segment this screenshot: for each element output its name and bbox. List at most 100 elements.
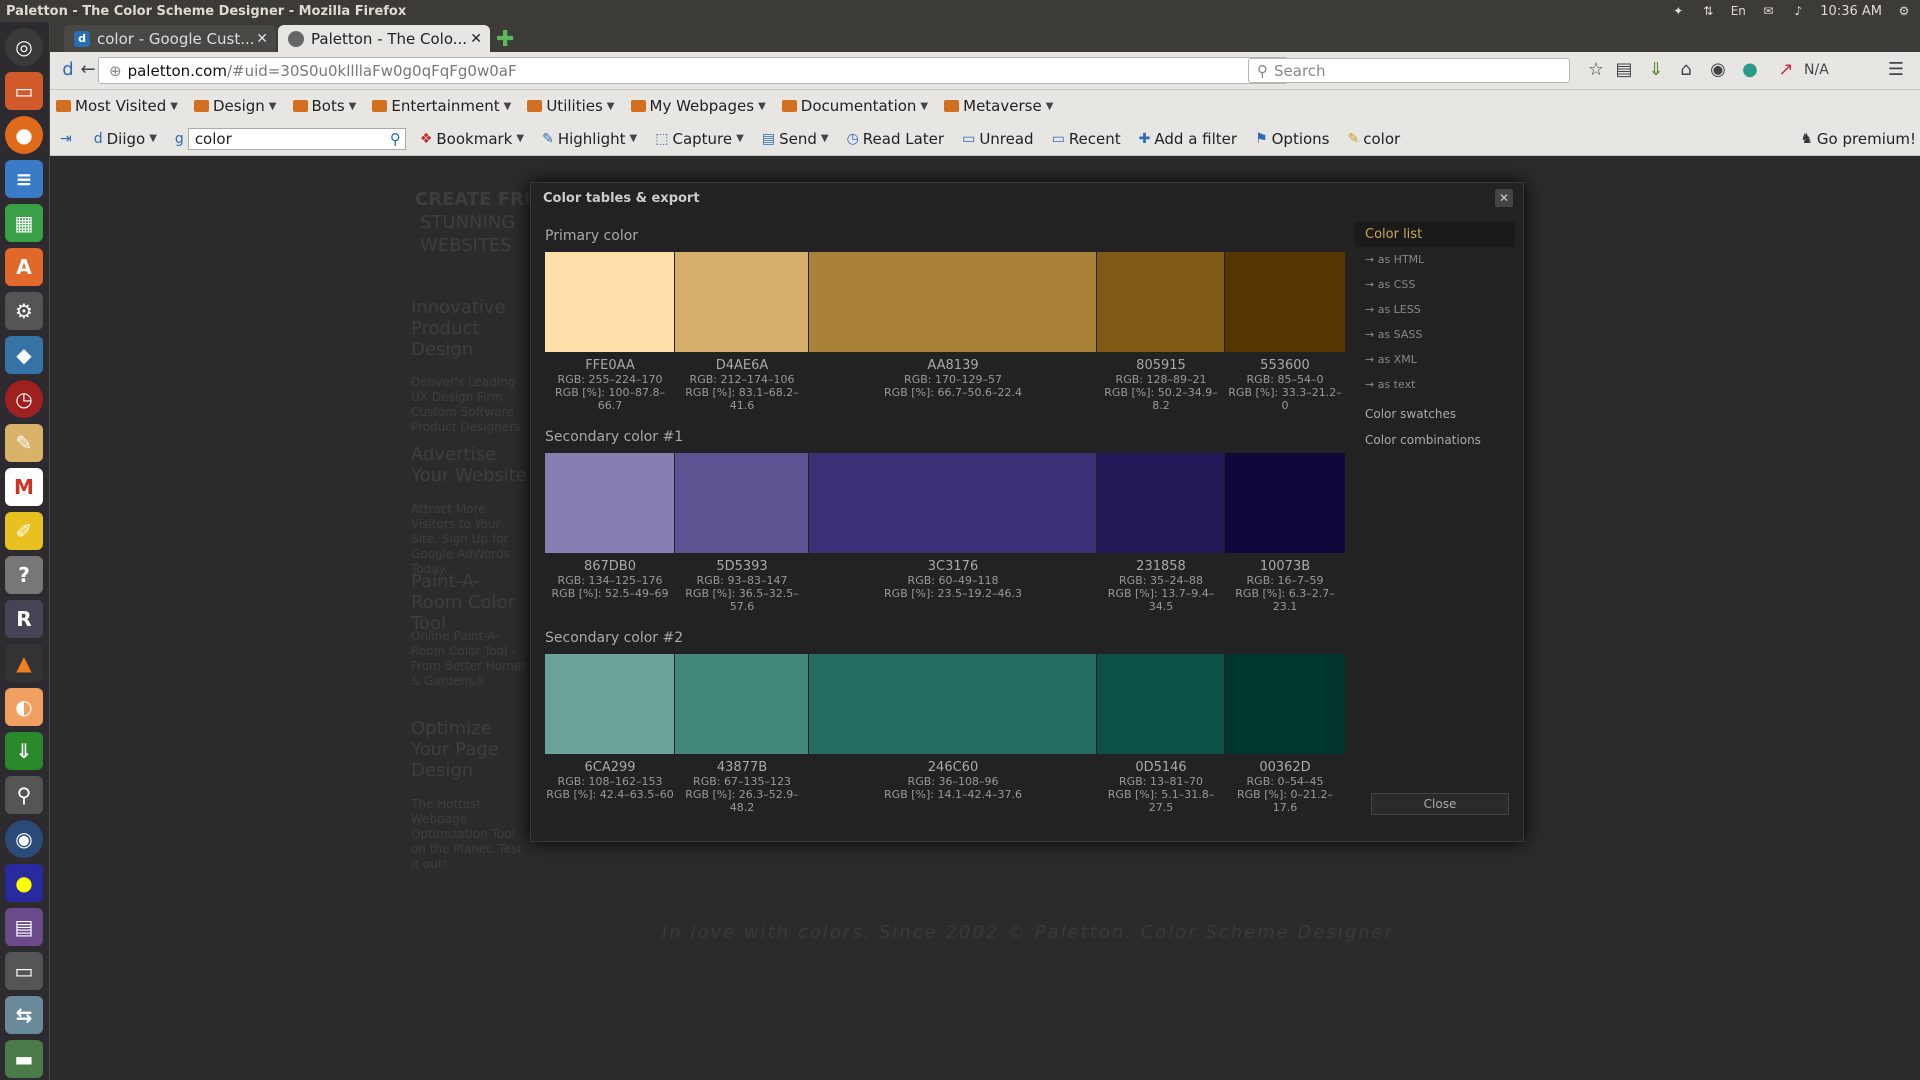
extension-icon[interactable]: ●: [1738, 59, 1762, 80]
chat-icon[interactable]: ●: [5, 864, 43, 902]
color-swatch[interactable]: [1097, 252, 1225, 352]
writer-icon[interactable]: ≡: [5, 160, 43, 198]
url-bar[interactable]: ⊕ paletton.com /#uid=30S0u0kllllaFw0g0qF…: [98, 57, 1288, 84]
color-swatch[interactable]: [545, 453, 675, 553]
sidebar-toggle-icon[interactable]: ⇥: [60, 131, 76, 147]
color-tag-button[interactable]: ✎ color: [1348, 130, 1401, 148]
menu-export-xml[interactable]: → as XML: [1355, 347, 1515, 372]
bookmark-button[interactable]: ❖ Bookmark ▼: [420, 130, 524, 148]
network-icon[interactable]: ⇅: [1700, 4, 1716, 18]
app-icon[interactable]: ◐: [5, 688, 43, 726]
menu-export-css[interactable]: → as CSS: [1355, 272, 1515, 297]
color-swatch[interactable]: [675, 453, 809, 553]
ad-title[interactable]: Advertise Your Website: [411, 444, 531, 486]
r-icon[interactable]: R: [5, 600, 43, 638]
keyboard-lang-indicator[interactable]: En: [1730, 4, 1746, 18]
bookmark-folder-design[interactable]: Design ▼: [194, 97, 277, 115]
home-icon[interactable]: ⌂: [1674, 59, 1698, 80]
go-premium-button[interactable]: ♞ Go premium!: [1800, 130, 1916, 148]
screenshot-icon[interactable]: ▤: [5, 908, 43, 946]
bookmark-star-icon[interactable]: ☆: [1584, 59, 1608, 80]
recent-button[interactable]: ▭ Recent: [1052, 130, 1121, 148]
eclipse-icon[interactable]: ◉: [5, 820, 43, 858]
clock-app-icon[interactable]: ◷: [5, 380, 43, 418]
files-icon[interactable]: ▭: [5, 72, 43, 110]
vlc-icon[interactable]: ▲: [5, 644, 43, 682]
terminal-icon[interactable]: ▭: [5, 952, 43, 990]
dash-icon[interactable]: ◎: [5, 28, 43, 66]
menu-export-html[interactable]: → as HTML: [1355, 247, 1515, 272]
menu-icon[interactable]: ☰: [1884, 59, 1908, 80]
color-swatch[interactable]: [1097, 654, 1225, 754]
send-button[interactable]: ▤ Send ▼: [762, 130, 829, 148]
ad-title[interactable]: Optimize Your Page Design: [411, 718, 531, 781]
bookmark-folder-bots[interactable]: Bots ▼: [292, 97, 356, 115]
new-tab-button[interactable]: ✚: [496, 27, 514, 52]
notes-icon[interactable]: ✎: [5, 424, 43, 462]
bookmark-folder-documentation[interactable]: Documentation ▼: [781, 97, 928, 115]
bookmark-folder-utilities[interactable]: Utilities ▼: [527, 97, 615, 115]
color-swatch[interactable]: [545, 252, 675, 352]
python-icon[interactable]: ◆: [5, 336, 43, 374]
menu-export-text[interactable]: → as text: [1355, 372, 1515, 397]
settings-icon[interactable]: ⚙: [5, 292, 43, 330]
download-icon[interactable]: ⇓: [1644, 59, 1668, 80]
volume-icon[interactable]: ♪: [1790, 4, 1806, 18]
close-icon[interactable]: ✕: [256, 31, 268, 47]
bookmark-folder-my-webpages[interactable]: My Webpages ▼: [630, 97, 766, 115]
menu-color-combinations[interactable]: Color combinations: [1355, 427, 1515, 453]
unread-button[interactable]: ▭ Unread: [962, 130, 1034, 148]
color-swatch[interactable]: [545, 654, 675, 754]
tab-google-custom[interactable]: d color - Google Cust... ✕: [64, 25, 276, 52]
color-swatch[interactable]: [809, 252, 1097, 352]
color-swatch[interactable]: [1225, 654, 1345, 754]
diigo-menu-button[interactable]: d Diigo ▼: [94, 130, 157, 148]
close-button[interactable]: Close: [1371, 793, 1509, 815]
menu-color-swatches[interactable]: Color swatches: [1355, 401, 1515, 427]
na-label[interactable]: N/A: [1804, 62, 1829, 78]
download-icon[interactable]: ⇓: [5, 732, 43, 770]
color-swatch[interactable]: [809, 654, 1097, 754]
color-swatch[interactable]: [1097, 453, 1225, 553]
color-swatch[interactable]: [1225, 453, 1345, 553]
editor-icon[interactable]: ✐: [5, 512, 43, 550]
menu-export-sass[interactable]: → as SASS: [1355, 322, 1515, 347]
search-app-icon[interactable]: ⚲: [5, 776, 43, 814]
remote-icon[interactable]: ⇆: [5, 996, 43, 1034]
menu-export-less[interactable]: → as LESS: [1355, 297, 1515, 322]
help-icon[interactable]: ?: [5, 556, 43, 594]
ad-title[interactable]: Paint-A-Room Color Tool: [411, 571, 531, 634]
clock[interactable]: 10:36 AM: [1820, 4, 1882, 19]
bookmark-folder-entertainment[interactable]: Entertainment ▼: [372, 97, 511, 115]
close-icon[interactable]: ✕: [1495, 189, 1513, 207]
color-swatch[interactable]: [675, 252, 809, 352]
close-icon[interactable]: ✕: [470, 31, 482, 47]
search-icon[interactable]: ⚲: [390, 130, 401, 148]
color-swatch[interactable]: [1225, 252, 1345, 352]
dropbox-icon[interactable]: ✦: [1670, 4, 1686, 18]
search-input[interactable]: ⚲ Search: [1248, 58, 1570, 83]
add-filter-button[interactable]: ✚ Add a filter: [1139, 130, 1237, 148]
options-button[interactable]: ⚑ Options: [1255, 130, 1329, 148]
ad-title[interactable]: Innovative Product Design: [411, 297, 531, 360]
calc-icon[interactable]: ▦: [5, 204, 43, 242]
google-icon[interactable]: g: [175, 131, 184, 147]
bookmark-folder-most-visited[interactable]: Most Visited ▼: [56, 97, 178, 115]
chat-icon[interactable]: ◉: [1706, 59, 1730, 80]
highlight-button[interactable]: ✎ Highlight ▼: [542, 130, 637, 148]
reading-list-icon[interactable]: ▤: [1612, 59, 1636, 80]
gear-icon[interactable]: ⚙: [1896, 4, 1912, 18]
software-center-icon[interactable]: A: [5, 248, 43, 286]
tab-paletton[interactable]: Paletton - The Colo... ✕: [278, 25, 490, 52]
diigo-search-input[interactable]: color ⚲: [187, 127, 406, 150]
capture-button[interactable]: ⬚ Capture ▼: [655, 130, 744, 148]
mail-icon[interactable]: ✉: [1760, 4, 1776, 18]
disk-icon[interactable]: ▬: [5, 1040, 43, 1078]
firefox-icon[interactable]: ●: [5, 116, 43, 154]
read-later-button[interactable]: ◷ Read Later: [847, 130, 945, 148]
bookmark-folder-metaverse[interactable]: Metaverse ▼: [944, 97, 1053, 115]
color-swatch[interactable]: [675, 654, 809, 754]
gmail-icon[interactable]: M: [5, 468, 43, 506]
color-swatch[interactable]: [809, 453, 1097, 553]
menu-color-list[interactable]: Color list: [1355, 222, 1515, 247]
